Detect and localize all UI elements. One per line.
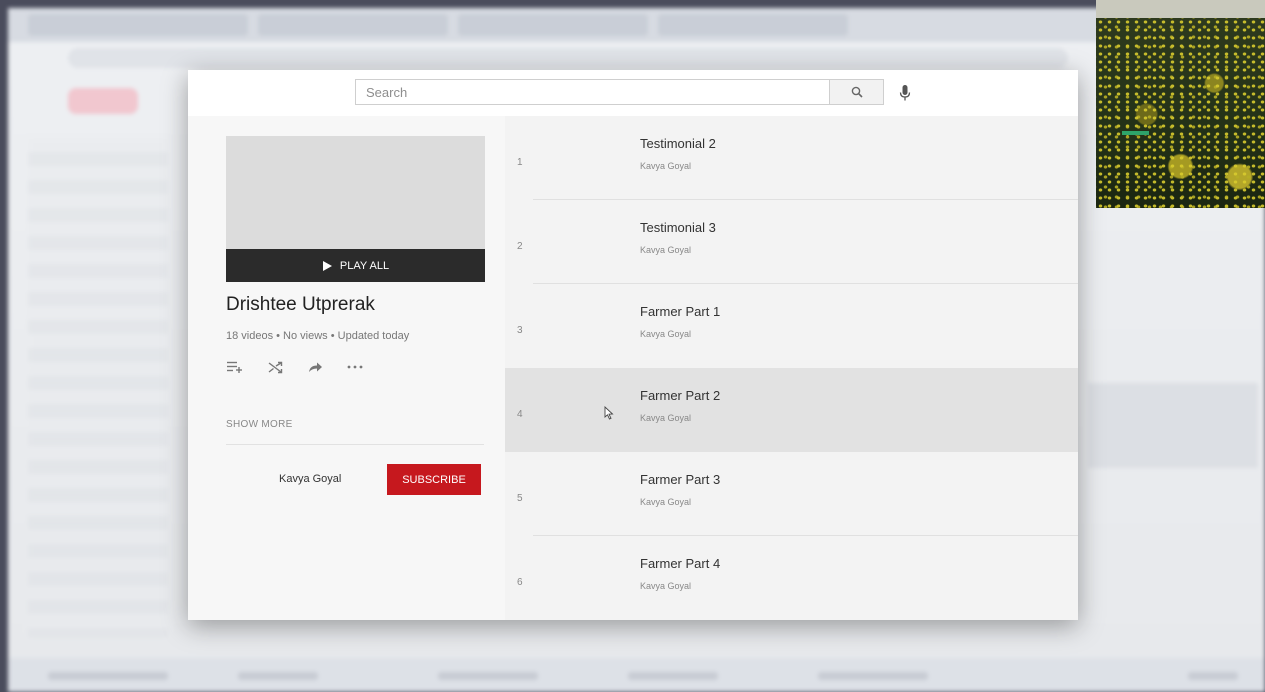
video-channel[interactable]: Kavya Goyal xyxy=(640,161,691,171)
playlist-video-row[interactable]: 2 Testimonial 3 Kavya Goyal xyxy=(505,200,1078,284)
playlist-video-row[interactable]: 5 Farmer Part 3 Kavya Goyal xyxy=(505,452,1078,536)
video-channel[interactable]: Kavya Goyal xyxy=(640,413,691,423)
webcam-background-wall xyxy=(1096,0,1265,18)
video-title[interactable]: Testimonial 3 xyxy=(640,220,716,235)
video-channel[interactable]: Kavya Goyal xyxy=(640,497,691,507)
background-tab xyxy=(28,14,248,36)
playlist-video-list: 1 Testimonial 2 Kavya Goyal 2 Testimonia… xyxy=(505,116,1078,620)
shuffle-icon xyxy=(268,361,282,373)
add-to-queue-icon xyxy=(227,361,242,373)
background-chip xyxy=(628,672,718,680)
playlist-video-row[interactable]: 3 Farmer Part 1 Kavya Goyal xyxy=(505,284,1078,368)
background-tab xyxy=(658,14,848,36)
background-sidebar xyxy=(28,138,168,638)
playlist-info: PLAY ALL Drishtee Utprerak 18 videos • N… xyxy=(206,116,506,620)
video-title[interactable]: Testimonial 2 xyxy=(640,136,716,151)
share-icon xyxy=(308,362,322,372)
playlist-panel: PLAY ALL Drishtee Utprerak 18 videos • N… xyxy=(188,70,1078,620)
background-logo xyxy=(68,88,138,114)
search-icon xyxy=(851,86,863,98)
background-chip xyxy=(48,672,168,680)
shuffle-button[interactable] xyxy=(266,359,284,375)
background-tab xyxy=(458,14,648,36)
more-options-button[interactable] xyxy=(346,359,364,375)
video-index: 4 xyxy=(517,409,523,420)
play-icon xyxy=(322,260,332,271)
video-channel[interactable]: Kavya Goyal xyxy=(640,245,691,255)
divider xyxy=(226,444,484,445)
play-all-label: PLAY ALL xyxy=(339,259,390,272)
video-channel[interactable]: Kavya Goyal xyxy=(640,329,691,339)
background-tab-strip xyxy=(8,8,1265,42)
video-index: 3 xyxy=(517,325,523,336)
channel-name[interactable]: Kavya Goyal xyxy=(279,473,341,485)
mic-icon xyxy=(899,85,911,101)
search-input[interactable] xyxy=(355,79,829,105)
background-chip xyxy=(818,672,928,680)
video-index: 1 xyxy=(517,157,523,168)
video-title[interactable]: Farmer Part 1 xyxy=(640,304,720,319)
mouse-cursor-icon xyxy=(604,406,614,420)
playlist-title: Drishtee Utprerak xyxy=(226,294,375,315)
video-title[interactable]: Farmer Part 2 xyxy=(640,388,720,403)
webcam-overlay xyxy=(1096,0,1265,208)
play-all-button[interactable]: PLAY ALL xyxy=(226,249,485,282)
background-chip xyxy=(238,672,318,680)
video-index: 5 xyxy=(517,493,523,504)
add-to-queue-button[interactable] xyxy=(226,359,244,375)
video-title[interactable]: Farmer Part 3 xyxy=(640,472,720,487)
background-card xyxy=(1088,383,1258,468)
background-tab xyxy=(258,14,448,36)
video-index: 6 xyxy=(517,577,523,588)
search-button[interactable] xyxy=(829,79,884,105)
webcam-mustard-field xyxy=(1096,18,1265,208)
video-index: 2 xyxy=(517,241,523,252)
playlist-video-row-hovered[interactable]: 4 Farmer Part 2 Kavya Goyal xyxy=(505,368,1078,452)
voice-search-button[interactable] xyxy=(894,81,916,105)
share-button[interactable] xyxy=(306,359,324,375)
playlist-stats: 18 videos • No views • Updated today xyxy=(226,330,410,342)
playlist-thumbnail[interactable] xyxy=(226,136,485,249)
playlist-video-row[interactable]: 1 Testimonial 2 Kavya Goyal xyxy=(505,116,1078,200)
more-icon xyxy=(347,365,363,369)
video-title[interactable]: Farmer Part 4 xyxy=(640,556,720,571)
show-more-link[interactable]: SHOW MORE xyxy=(226,419,293,430)
background-chip xyxy=(1188,672,1238,680)
search-bar xyxy=(188,70,1078,116)
playlist-actions xyxy=(226,359,364,375)
background-chip xyxy=(438,672,538,680)
subscribe-button[interactable]: SUBSCRIBE xyxy=(387,464,481,495)
webcam-marker xyxy=(1122,131,1149,135)
playlist-video-row[interactable]: 6 Farmer Part 4 Kavya Goyal xyxy=(505,536,1078,620)
background-address-bar xyxy=(68,48,1068,68)
background-footer xyxy=(8,658,1265,692)
video-channel[interactable]: Kavya Goyal xyxy=(640,581,691,591)
